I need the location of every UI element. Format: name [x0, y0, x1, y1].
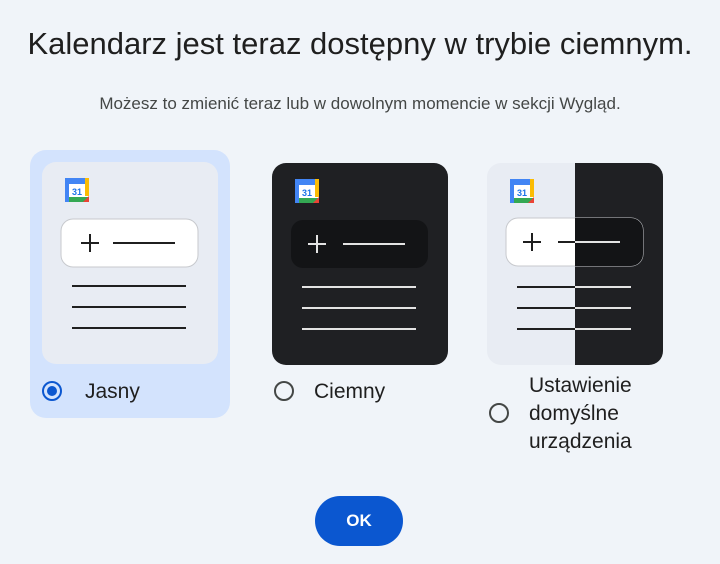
option-label-system-line-3: urządzenia	[529, 430, 632, 453]
option-label-system-line-2: domyślne	[529, 402, 619, 425]
svg-text:31: 31	[72, 187, 82, 197]
theme-option-light[interactable]: 31 Jasny	[30, 150, 230, 418]
theme-option-dark[interactable]: 31 Ciemny	[258, 150, 458, 418]
option-label-system-line-1: Ustawienie	[529, 374, 632, 397]
svg-text:31: 31	[302, 188, 312, 198]
light-theme-preview: 31	[42, 162, 218, 364]
radio-dark[interactable]	[274, 381, 294, 401]
dialog-title: Kalendarz jest teraz dostępny w trybie c…	[27, 26, 693, 61]
radio-light[interactable]	[42, 381, 62, 401]
calendar-icon: 31	[65, 178, 89, 202]
option-label-light: Jasny	[85, 380, 140, 403]
calendar-icon: 31	[510, 179, 534, 203]
svg-text:31: 31	[517, 188, 527, 198]
radio-system[interactable]	[489, 403, 509, 423]
dialog-subtitle: Możesz to zmienić teraz lub w dowolnym m…	[99, 94, 621, 113]
system-theme-preview: 31	[487, 163, 663, 365]
option-label-dark: Ciemny	[314, 380, 386, 403]
theme-option-system[interactable]: 31 Ustawienie domyślne urządzenia	[474, 150, 674, 460]
ok-button[interactable]: OK	[315, 496, 403, 546]
dark-theme-preview: 31	[272, 163, 448, 365]
option-label-system: Ustawienie domyślne urządzenia	[529, 372, 632, 456]
calendar-icon: 31	[295, 179, 319, 203]
